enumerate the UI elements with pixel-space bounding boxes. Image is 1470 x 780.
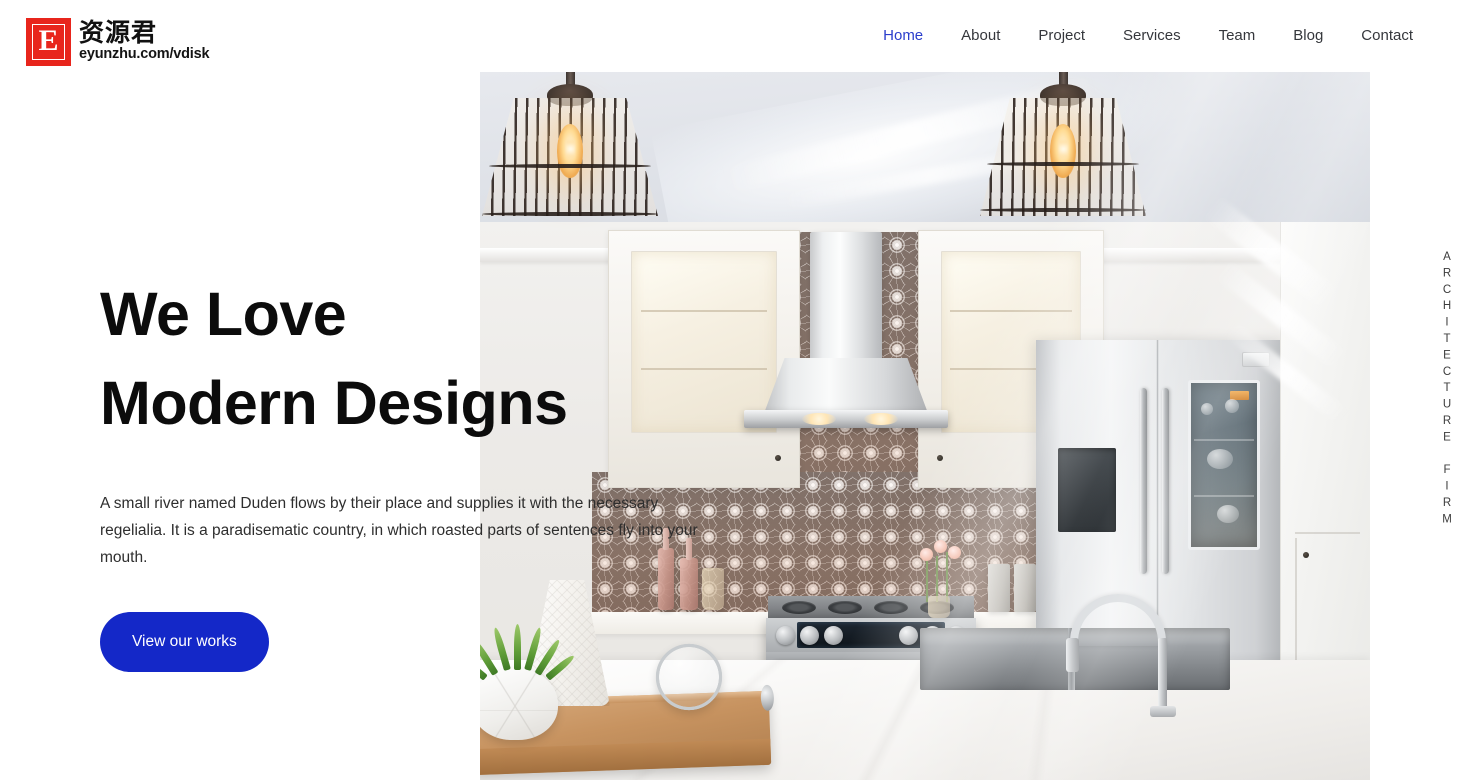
lamp-ring bbox=[482, 212, 658, 216]
lamp-ring bbox=[489, 164, 651, 168]
hero-title-line-2: Modern Designs bbox=[100, 369, 568, 438]
nav-item-about[interactable]: About bbox=[942, 26, 1019, 46]
range-knob bbox=[800, 626, 819, 645]
burner bbox=[782, 601, 816, 614]
view-our-works-button[interactable]: View our works bbox=[100, 612, 269, 673]
panel-line bbox=[1295, 532, 1360, 534]
range-knob bbox=[776, 626, 795, 645]
site-logo[interactable]: E 资源君 eyunzhu.com/vdisk bbox=[26, 18, 210, 66]
pendant-lamp-right bbox=[980, 72, 1146, 218]
cabinet-knob bbox=[937, 455, 943, 461]
lamp-ring bbox=[986, 162, 1140, 166]
hero-content: We Love Modern Designs A small river nam… bbox=[100, 270, 740, 673]
nav-item-contact[interactable]: Contact bbox=[1342, 26, 1432, 46]
vertical-tagline: ARCHITECTURE FIRM bbox=[1424, 0, 1470, 780]
instaview-item bbox=[1225, 399, 1239, 413]
instaview-shelf bbox=[1193, 439, 1255, 441]
range-hood-band bbox=[744, 410, 948, 428]
cabinet-knob bbox=[775, 455, 781, 461]
instaview-shelf bbox=[1193, 495, 1255, 497]
nav-item-home[interactable]: Home bbox=[864, 26, 942, 46]
hood-light bbox=[864, 413, 898, 425]
fridge-handle-right bbox=[1162, 388, 1169, 574]
range-knob bbox=[899, 626, 918, 645]
lamp-filament bbox=[1058, 138, 1068, 160]
instaview-window bbox=[1188, 380, 1260, 550]
hero-page: E 资源君 eyunzhu.com/vdisk Home About Proje… bbox=[0, 0, 1470, 780]
logo-mark-letter: E bbox=[32, 24, 65, 60]
flower bbox=[920, 548, 933, 561]
flower-stem bbox=[926, 560, 928, 602]
instaview-item bbox=[1217, 505, 1239, 523]
main-navigation: Home About Project Services Team Blog Co… bbox=[864, 26, 1432, 46]
flower-stem bbox=[946, 552, 948, 602]
burner bbox=[874, 601, 908, 614]
logo-name-cn: 资源君 bbox=[79, 18, 158, 47]
hood-light bbox=[802, 413, 836, 425]
faucet-stem bbox=[1158, 638, 1167, 712]
range-knob bbox=[824, 626, 843, 645]
hero-paragraph: A small river named Duden flows by their… bbox=[100, 495, 698, 567]
decor-canister bbox=[1014, 564, 1036, 612]
flower-vase bbox=[928, 596, 950, 618]
lamp-ring bbox=[980, 208, 1146, 212]
burner bbox=[828, 601, 862, 614]
hero-title-line-1: We Love bbox=[100, 280, 347, 348]
vertical-tagline-text: ARCHITECTURE FIRM bbox=[1441, 250, 1453, 530]
nav-item-project[interactable]: Project bbox=[1019, 26, 1104, 46]
range-hood-canopy bbox=[763, 358, 929, 416]
flower-arrangement bbox=[910, 534, 980, 618]
nav-item-services[interactable]: Services bbox=[1104, 26, 1200, 46]
cabinet-knob bbox=[1303, 552, 1309, 558]
logo-url: eyunzhu.com/vdisk bbox=[79, 46, 210, 62]
fridge-handle-left bbox=[1140, 388, 1147, 574]
flower bbox=[934, 540, 947, 553]
lamp-filament bbox=[565, 138, 575, 160]
decor-canister bbox=[988, 564, 1010, 612]
logo-text: 资源君 eyunzhu.com/vdisk bbox=[79, 18, 210, 63]
site-header: E 资源君 eyunzhu.com/vdisk Home About Proje… bbox=[0, 0, 1470, 72]
faucet-base bbox=[1150, 706, 1176, 717]
logo-mark-icon: E bbox=[26, 18, 71, 66]
instaview-item bbox=[1201, 403, 1213, 415]
nav-item-team[interactable]: Team bbox=[1200, 26, 1275, 46]
instaview-item bbox=[1207, 449, 1233, 469]
water-ice-dispenser bbox=[1058, 448, 1116, 532]
cabinet-shelf bbox=[950, 310, 1072, 312]
pendant-lamp-left bbox=[482, 72, 658, 222]
nav-item-blog[interactable]: Blog bbox=[1274, 26, 1342, 46]
flower bbox=[948, 546, 961, 559]
range-hood-stack bbox=[810, 232, 882, 372]
faucet-head bbox=[1066, 638, 1079, 672]
